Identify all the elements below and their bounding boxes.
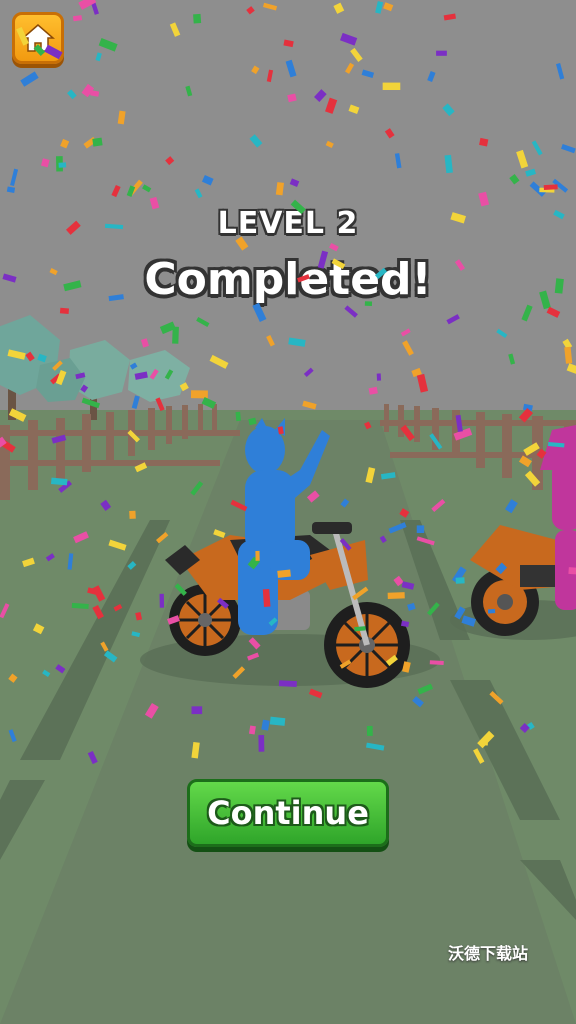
home-icon xyxy=(21,24,55,52)
watermark: 沃德下载站 xyxy=(447,944,528,963)
continue-button[interactable]: Continue xyxy=(187,779,389,847)
level-title: LEVEL 2 xyxy=(217,206,359,241)
completed-title: Completed! xyxy=(144,254,432,305)
game-screen: LEVEL 2 Completed! Continue 沃德下载站 xyxy=(0,0,576,1024)
home-button[interactable] xyxy=(12,12,64,64)
race-scene xyxy=(0,0,576,1024)
continue-button-label: Continue xyxy=(207,794,369,832)
